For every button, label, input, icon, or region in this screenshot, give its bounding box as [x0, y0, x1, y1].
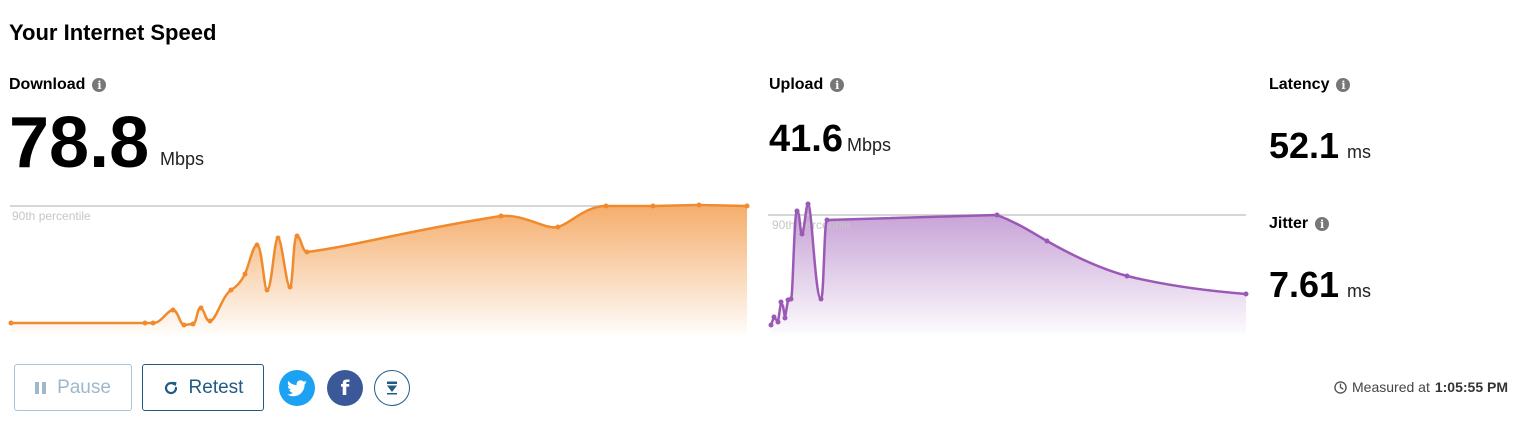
- download-chart: 90th percentile: [8, 202, 750, 335]
- page-title: Your Internet Speed: [9, 20, 217, 45]
- upload-label: Upload i: [769, 76, 845, 94]
- latency-label-text: Latency: [1269, 76, 1330, 93]
- download-value: 78.8: [9, 103, 150, 183]
- info-icon[interactable]: i: [1336, 78, 1351, 92]
- measured-at-time: 1:05:55 PM: [1434, 379, 1508, 395]
- retest-button[interactable]: Retest: [142, 364, 264, 411]
- download-label: Download i: [9, 76, 107, 94]
- upload-value: 41.6: [769, 118, 843, 160]
- jitter-unit: ms: [1347, 281, 1371, 301]
- jitter-label: Jitter i: [1269, 215, 1330, 233]
- twitter-share-button[interactable]: [279, 370, 315, 406]
- latency-value: 52.1: [1269, 125, 1340, 166]
- upload-label-text: Upload: [769, 76, 824, 93]
- download-results-button[interactable]: [374, 370, 410, 406]
- latency-label: Latency i: [1269, 76, 1351, 94]
- download-unit: Mbps: [160, 149, 205, 169]
- facebook-icon: f: [340, 376, 350, 400]
- latency-unit: ms: [1347, 142, 1371, 162]
- upload-unit: Mbps: [847, 135, 892, 155]
- measured-at-label: Measured at: [1352, 379, 1430, 395]
- facebook-share-button[interactable]: f: [327, 370, 363, 406]
- download-icon: [387, 381, 397, 395]
- retest-button-label: Retest: [188, 376, 244, 398]
- info-icon[interactable]: i: [1315, 217, 1330, 231]
- download-label-text: Download: [9, 76, 86, 93]
- clock-icon: [1334, 380, 1347, 394]
- info-icon[interactable]: i: [92, 78, 107, 92]
- upload-chart: 90th percentile: [768, 201, 1249, 335]
- jitter-value: 7.61: [1269, 264, 1340, 305]
- percentile-label: 90th percentile: [12, 209, 91, 223]
- refresh-icon: [164, 381, 177, 394]
- pause-icon: [35, 381, 47, 394]
- speed-test-results: Your Internet Speed Download i 78.8 Mbps…: [0, 0, 1526, 428]
- jitter-label-text: Jitter: [1269, 215, 1309, 232]
- pause-button-label: Pause: [57, 376, 111, 398]
- download-chart-area: [11, 205, 747, 335]
- info-icon[interactable]: i: [830, 78, 845, 92]
- twitter-icon: [287, 379, 307, 396]
- measured-at: Measured at 1:05:55 PM: [1334, 379, 1508, 395]
- pause-button[interactable]: Pause: [14, 364, 132, 411]
